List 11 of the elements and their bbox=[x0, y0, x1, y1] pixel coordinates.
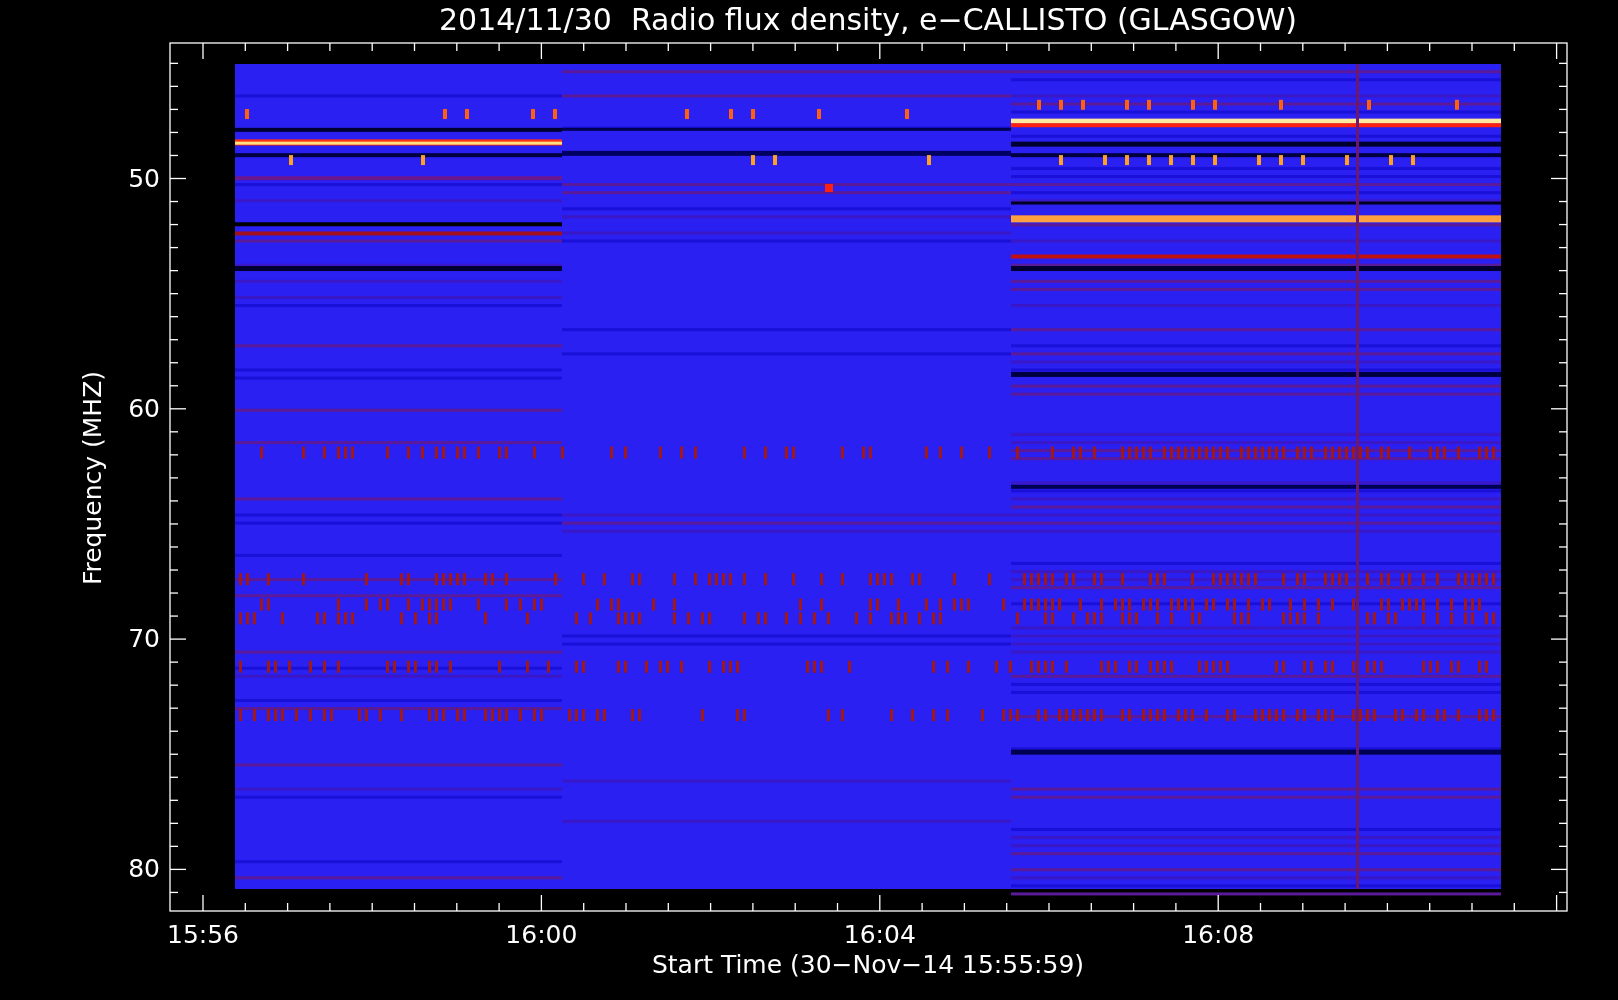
x-tick-label: 15:56 bbox=[167, 920, 239, 950]
x-tick-label: 16:04 bbox=[843, 920, 916, 950]
y-tick-label: 50 bbox=[128, 163, 160, 194]
x-axis-label: Start Time (30−Nov−14 15:55:59) bbox=[651, 950, 1085, 980]
y-axis-label: Frequency (MHZ) bbox=[78, 370, 108, 586]
x-tick-label: 16:08 bbox=[1182, 920, 1255, 950]
y-tick-label: 70 bbox=[128, 624, 160, 655]
chart-title: 2014/11/30 Radio flux density, e−CALLISTO (GLASGOW) bbox=[438, 2, 1298, 38]
x-tick-label: 16:00 bbox=[505, 920, 578, 950]
y-tick-label: 60 bbox=[128, 393, 160, 424]
y-tick-label: 80 bbox=[128, 854, 160, 885]
